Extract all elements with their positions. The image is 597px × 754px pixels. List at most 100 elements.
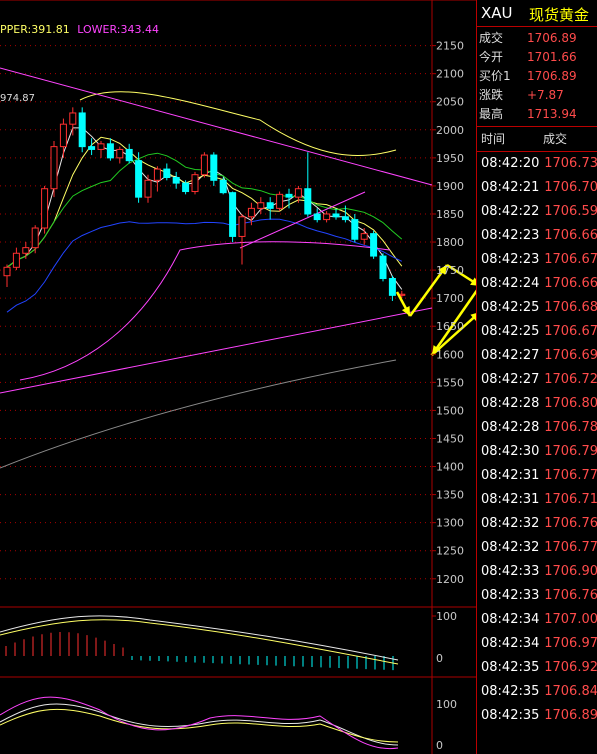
kdj-line-yellow <box>0 708 399 743</box>
bollinger-lower-line <box>19 241 391 381</box>
candle <box>59 123 67 148</box>
price-tick-label: 1650 <box>436 320 464 333</box>
candle <box>313 213 321 221</box>
tick-price: 1706.72 <box>544 372 597 387</box>
tick-row[interactable]: 08:42:34 1706.97 <box>477 632 597 656</box>
tick-price: 1706.59 <box>544 204 597 219</box>
bollinger-readout: PPER:391.81 LOWER:343.44 <box>0 23 163 36</box>
symbol-code: XAU <box>481 4 513 22</box>
symbol-name: 现货黄金 <box>529 6 590 24</box>
tick-row[interactable]: 08:42:24 1706.66 <box>477 272 597 296</box>
quote-header: XAU 现货黄金 <box>477 0 597 27</box>
candle <box>247 207 255 218</box>
quote-summary: 成交 1706.89 今开 1701.66 买价1 1706.89 涨跌 +7.87 最高 171… <box>477 27 597 127</box>
candle <box>266 202 274 209</box>
tick-price: 1706.92 <box>544 660 597 675</box>
price-tick-label: 1250 <box>436 545 464 558</box>
price-tick-label: 1300 <box>436 517 464 530</box>
candle <box>31 227 39 249</box>
quote-value: 1701.66 <box>527 50 577 64</box>
quote-row: 涨跌 +7.87 <box>477 86 597 105</box>
tick-price: 1706.77 <box>544 468 597 483</box>
candle <box>370 233 378 257</box>
candle <box>125 148 133 162</box>
tick-time: 08:42:34 <box>481 636 540 651</box>
tick-time: 08:42:35 <box>481 660 540 675</box>
tick-row[interactable]: 08:42:23 1706.66 <box>477 224 597 248</box>
quote-value: +7.87 <box>527 88 564 102</box>
tick-price: 1706.67 <box>544 252 597 267</box>
annotation-arrows <box>395 263 476 356</box>
peak-price-label: 974.87 <box>0 93 35 104</box>
tick-price: 1706.89 <box>544 708 597 723</box>
price-tick-label: 2100 <box>436 68 464 81</box>
tick-row[interactable]: 08:42:33 1706.76 <box>477 584 597 608</box>
tick-time: 08:42:32 <box>481 540 540 555</box>
candle <box>106 143 114 159</box>
tick-row[interactable]: 08:42:25 1706.67 <box>477 320 597 344</box>
tick-price: 1706.71 <box>544 492 597 507</box>
candle <box>3 266 11 277</box>
tick-row[interactable]: 08:42:20 1706.73 <box>477 152 597 176</box>
sub-indicators: 100 0 100 0 <box>0 610 457 752</box>
tick-time: 08:42:27 <box>481 348 540 363</box>
candle <box>219 179 227 194</box>
candle <box>200 154 208 176</box>
candle <box>88 146 96 150</box>
tick-row[interactable]: 08:42:21 1706.70 <box>477 176 597 200</box>
tick-row[interactable]: 08:42:27 1706.69 <box>477 344 597 368</box>
kline-chart[interactable]: 2150 2100 2050 2000 1950 1900 1850 1800 1750 1700… <box>0 0 476 754</box>
tick-price: 1706.68 <box>544 300 597 315</box>
tick-list[interactable]: 08:42:20 1706.73 08:42:21 1706.70 08:42:22 17… <box>477 152 597 728</box>
tick-row[interactable]: 08:42:33 1706.90 <box>477 560 597 584</box>
tick-row[interactable]: 08:42:34 1707.00 <box>477 608 597 632</box>
candle <box>22 247 30 254</box>
sub1-label-0: 0 <box>436 652 443 665</box>
candle <box>182 182 190 193</box>
candle <box>172 177 180 184</box>
tick-time: 08:42:23 <box>481 252 540 267</box>
tick-row[interactable]: 08:42:28 1706.80 <box>477 392 597 416</box>
candle <box>388 278 396 296</box>
tick-row[interactable]: 08:42:23 1706.67 <box>477 248 597 272</box>
price-tick-label: 1900 <box>436 180 464 193</box>
tick-row[interactable]: 08:42:27 1706.72 <box>477 368 597 392</box>
candle <box>323 213 331 221</box>
ticks-header-time: 时间 <box>481 132 506 146</box>
candle <box>191 174 199 193</box>
lower-value: LOWER:343.44 <box>77 23 159 36</box>
price-tick-label: 1700 <box>436 292 464 305</box>
tick-row[interactable]: 08:42:32 1706.76 <box>477 512 597 536</box>
tick-price: 1706.77 <box>544 540 597 555</box>
candle <box>210 154 218 181</box>
chart-area[interactable]: 2150 2100 2050 2000 1950 1900 1850 1800 1750 1700… <box>0 0 476 754</box>
tick-row[interactable]: 08:42:35 1706.89 <box>477 704 597 728</box>
tick-row[interactable]: 08:42:22 1706.59 <box>477 200 597 224</box>
ma-blue-line <box>6 218 403 313</box>
tick-row[interactable]: 08:42:32 1706.77 <box>477 536 597 560</box>
tick-time: 08:42:31 <box>481 468 540 483</box>
price-tick-label: 1500 <box>436 404 464 417</box>
upper-value: PPER:391.81 <box>0 23 70 36</box>
tick-time: 08:42:24 <box>481 276 540 291</box>
tick-row[interactable]: 08:42:30 1706.79 <box>477 440 597 464</box>
tick-time: 08:42:28 <box>481 396 540 411</box>
candle <box>50 146 58 190</box>
candle <box>41 188 49 229</box>
quote-row: 今开 1701.66 <box>477 48 597 67</box>
quote-label: 今开 <box>479 50 504 64</box>
quote-row: 买价1 1706.89 <box>477 67 597 86</box>
candle <box>163 168 171 179</box>
tick-row[interactable]: 08:42:35 1706.84 <box>477 680 597 704</box>
candle <box>257 202 265 209</box>
tick-time: 08:42:25 <box>481 324 540 339</box>
tick-row[interactable]: 08:42:25 1706.68 <box>477 296 597 320</box>
candle <box>285 193 293 198</box>
tick-row[interactable]: 08:42:28 1706.78 <box>477 416 597 440</box>
tick-row[interactable]: 08:42:35 1706.92 <box>477 656 597 680</box>
tick-price: 1706.76 <box>544 588 597 603</box>
tick-row[interactable]: 08:42:31 1706.77 <box>477 464 597 488</box>
tick-price: 1706.79 <box>544 444 597 459</box>
moving-averages <box>0 91 403 469</box>
tick-row[interactable]: 08:42:31 1706.71 <box>477 488 597 512</box>
